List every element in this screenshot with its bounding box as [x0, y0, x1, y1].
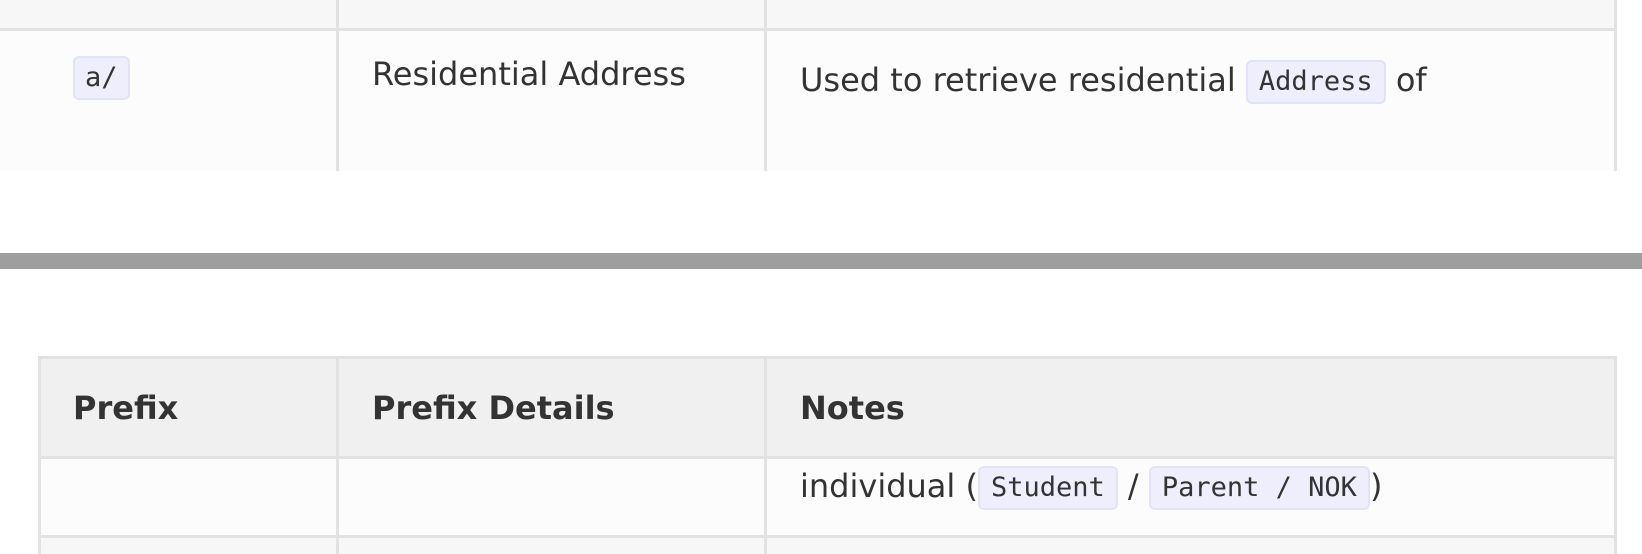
top-table-upper-row: [0, 0, 1617, 28]
top-table-col-divider: [764, 0, 767, 171]
top-table-row-divider: [0, 28, 1617, 31]
notes-continued-cell: individual (Student / Parent / NOK): [800, 466, 1382, 510]
notes-close-paren: ): [1369, 467, 1383, 505]
bottom-table-top-border: [38, 356, 1617, 359]
bottom-table-right-border: [1614, 356, 1617, 554]
page-break-separator: [0, 253, 1642, 269]
bottom-table-row-divider: [38, 535, 1617, 538]
notes-separator: /: [1127, 467, 1139, 505]
header-prefix-details: Prefix Details: [372, 389, 615, 427]
bottom-table-header-divider: [38, 456, 1617, 459]
notes-continued-text: individual (: [800, 467, 978, 505]
header-prefix: Prefix: [73, 389, 179, 427]
prefix-details-residential-address: Residential Address: [372, 55, 686, 93]
top-table-right-border: [1614, 0, 1617, 171]
notes-text-suffix: of: [1395, 61, 1427, 99]
top-table-col-divider: [336, 0, 339, 171]
notes-code-address: Address: [1245, 60, 1386, 104]
notes-text: Used to retrieve residential: [800, 61, 1236, 99]
header-notes: Notes: [800, 389, 905, 427]
bottom-table-col-divider: [336, 356, 339, 554]
bottom-table-next-row: [38, 538, 1617, 554]
notes-code-parent-nok: Parent / NOK: [1148, 466, 1370, 510]
notes-code-student: Student: [977, 466, 1118, 510]
prefix-code-a: a/: [73, 56, 130, 100]
notes-cell: Used to retrieve residential Address of: [800, 60, 1427, 104]
bottom-table-col-divider: [764, 356, 767, 554]
bottom-table-left-border: [38, 356, 41, 554]
